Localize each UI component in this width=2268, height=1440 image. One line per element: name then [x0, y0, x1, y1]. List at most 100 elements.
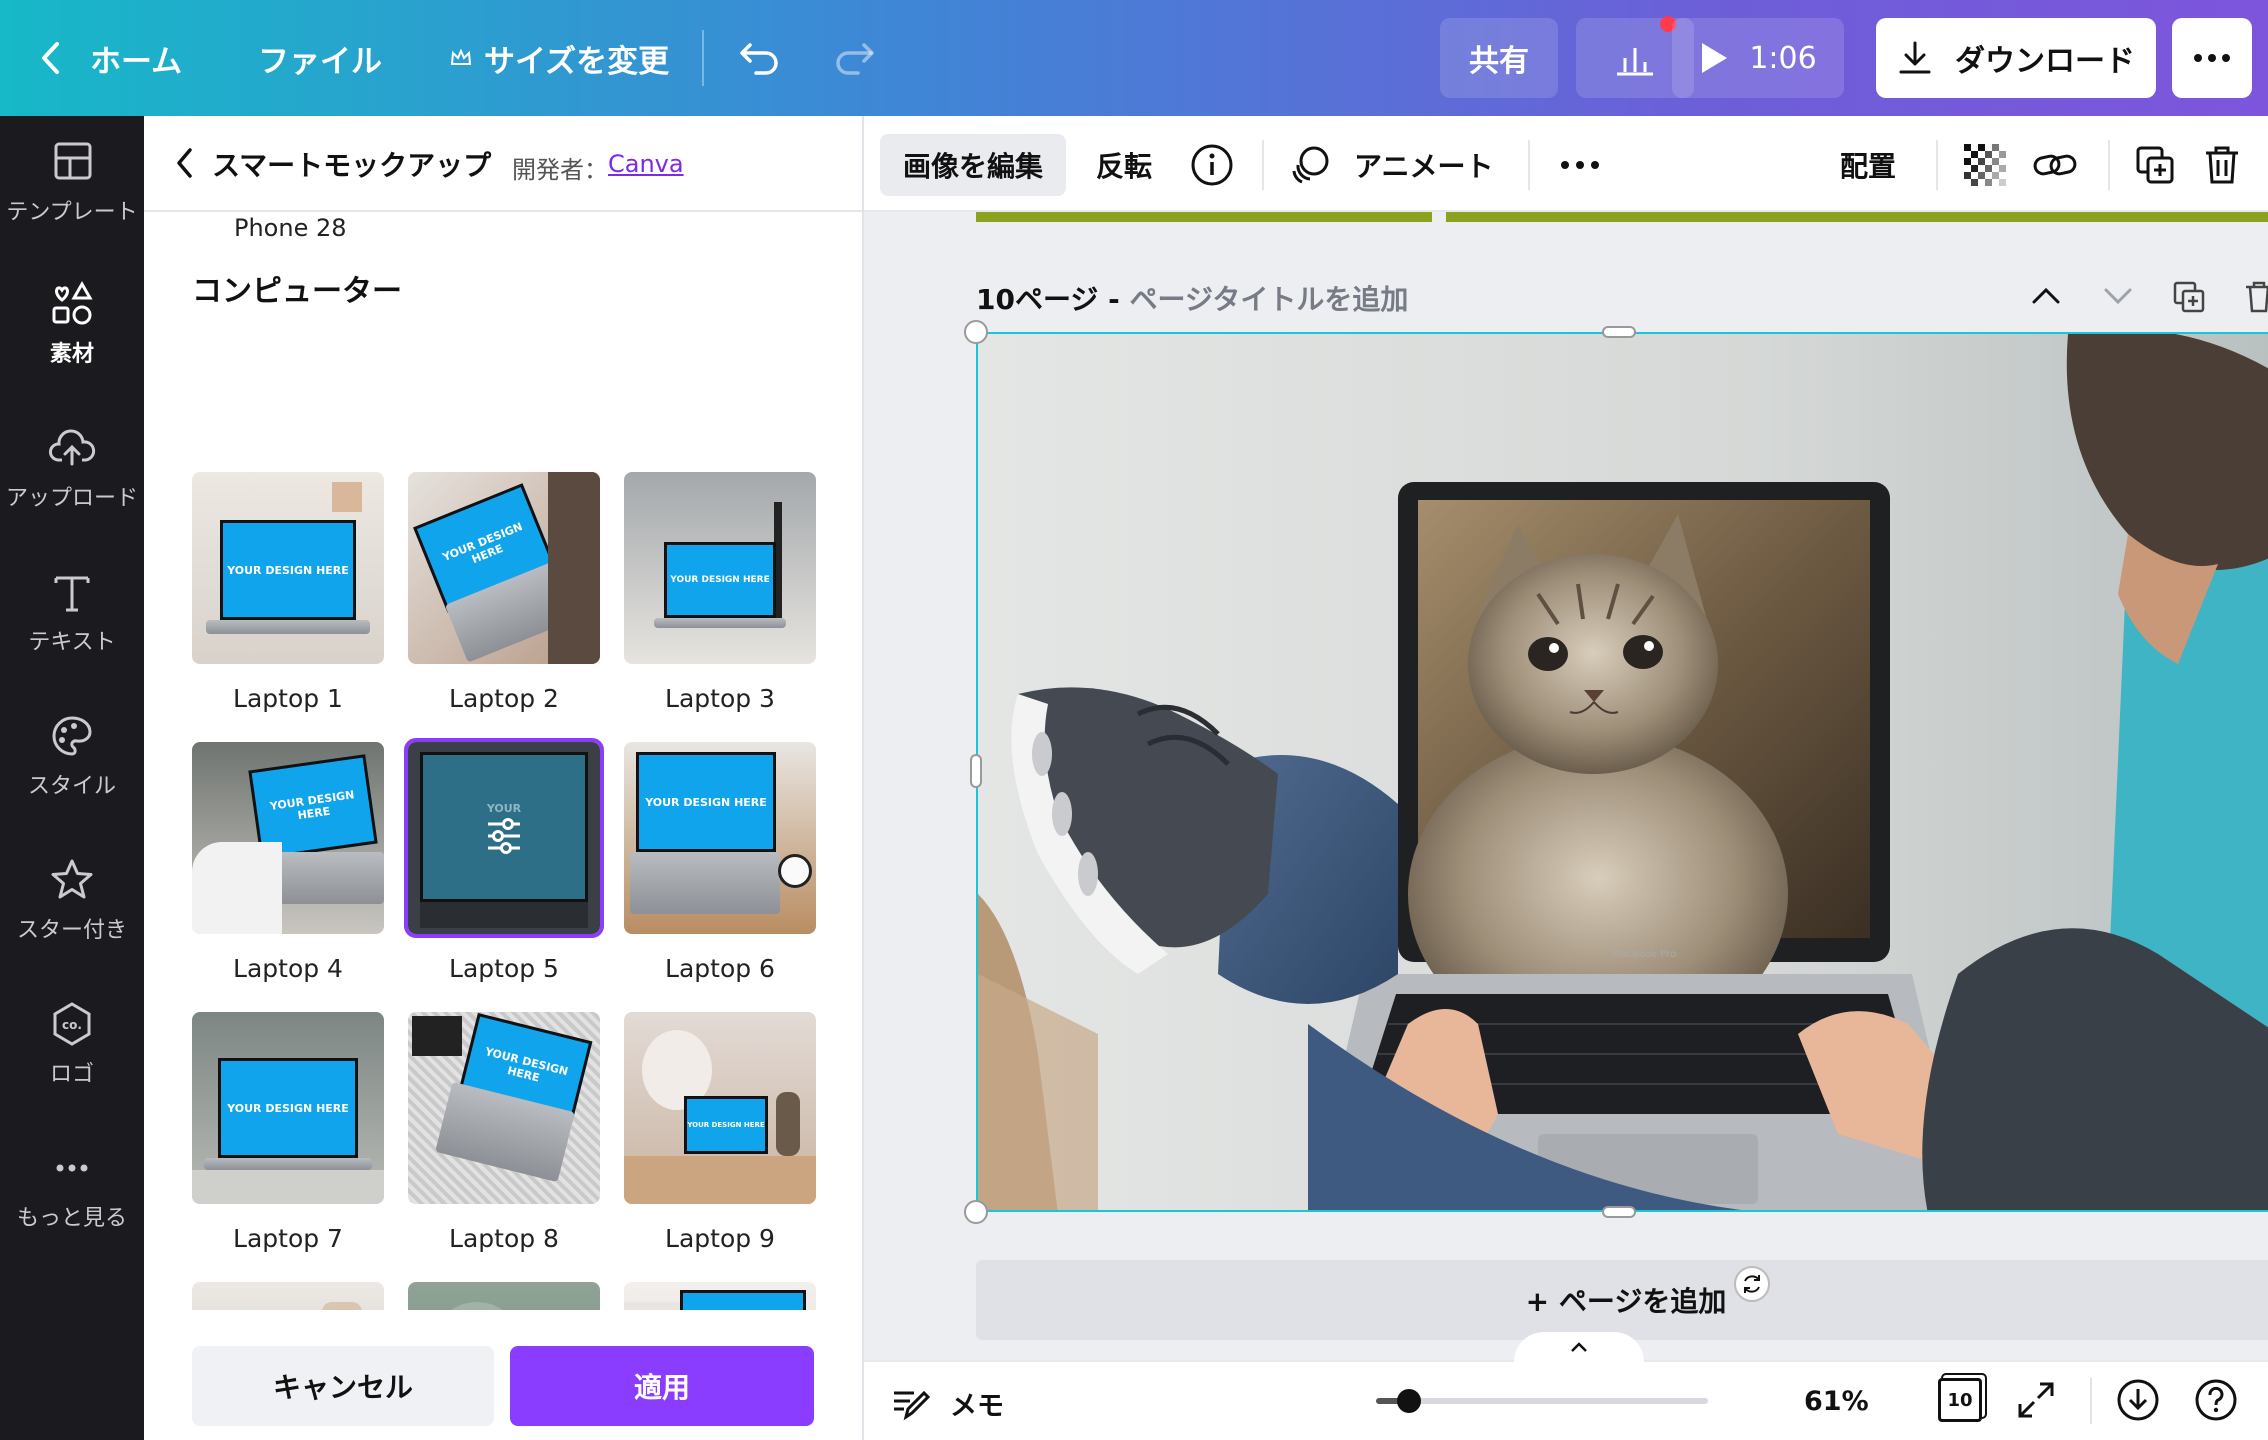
rail-item-templates[interactable]: テンプレート [0, 116, 144, 248]
download-button[interactable]: ダウンロード [1876, 18, 2156, 98]
duplicate-page-icon[interactable] [2172, 280, 2206, 314]
rail-item-more[interactable]: もっと見る [0, 1122, 144, 1254]
zoom-slider[interactable] [1376, 1389, 1708, 1413]
zoom-level[interactable]: 61% [1804, 1386, 1869, 1417]
cancel-button[interactable]: キャンセル [192, 1346, 494, 1426]
redo-button[interactable] [832, 0, 876, 116]
zoom-slider-knob[interactable] [1397, 1389, 1421, 1413]
bottom-bar: メモ 61% 10 [864, 1332, 2268, 1440]
design-page[interactable]: MacBook Pro [976, 332, 2268, 1212]
resize-handle-top-left[interactable] [964, 320, 988, 344]
divider [702, 30, 704, 86]
developer-link[interactable]: Canva [608, 150, 684, 178]
rail-item-starred[interactable]: スター付き [0, 834, 144, 966]
share-button[interactable]: 共有 [1440, 18, 1558, 98]
edit-image-button[interactable]: 画像を編集 [880, 134, 1066, 196]
cancel-label: キャンセル [272, 1371, 413, 1404]
page-title-placeholder[interactable]: ページタイトルを追加 [1130, 283, 1409, 316]
rail-item-elements[interactable]: 素材 [0, 258, 144, 390]
divider [2090, 1378, 2092, 1424]
adjust-sliders-icon[interactable] [482, 814, 526, 858]
notes-icon [892, 1387, 930, 1421]
edit-image-label: 画像を編集 [902, 150, 1043, 183]
rail-label: 素材 [49, 342, 94, 367]
mockup-thumb-laptop-1[interactable]: YOUR DESIGN HERE [192, 472, 384, 664]
home-label: ホーム [90, 43, 183, 80]
flip-button[interactable]: 反転 [1096, 134, 1152, 196]
delete-button[interactable] [2202, 134, 2242, 196]
page-up-icon[interactable] [2030, 286, 2062, 306]
trash-icon [2202, 144, 2242, 186]
canvas-area[interactable]: 10ページ - ページタイトルを追加 MacBook Pro + ページを追加 [864, 212, 2268, 1360]
rail-item-uploads[interactable]: アップロード [0, 402, 144, 534]
arrange-button[interactable]: 配置 [1840, 134, 1896, 196]
expand-pages-tab[interactable] [1514, 1332, 1644, 1362]
resize-button[interactable]: サイズを変更 [450, 0, 669, 116]
mockup-thumb-laptop-5-selected[interactable]: YOUR [404, 738, 604, 938]
delete-page-icon[interactable] [2244, 280, 2268, 314]
mockup-thumb-laptop-9[interactable]: YOUR DESIGN HERE [624, 1012, 816, 1204]
rail-item-logos[interactable]: co. ロゴ [0, 978, 144, 1110]
rotate-icon[interactable] [1734, 1266, 1770, 1302]
page-count: 10 [1947, 1389, 1973, 1411]
save-download-icon[interactable] [2116, 1378, 2160, 1422]
download-icon [1897, 40, 1933, 76]
mockup-label: Laptop 5 [449, 954, 559, 983]
animate-button[interactable]: アニメート [1288, 134, 1493, 196]
help-icon[interactable] [2194, 1378, 2238, 1422]
share-label: 共有 [1469, 44, 1529, 79]
notes-button[interactable]: メモ [892, 1384, 1004, 1423]
section-title: コンピューター [192, 274, 402, 309]
mockup-thumb-laptop-3[interactable]: YOUR DESIGN HERE [624, 472, 816, 664]
page-down-icon[interactable] [2102, 286, 2134, 306]
mockup-label: Laptop 9 [665, 1224, 775, 1253]
resize-handle-bottom[interactable] [1602, 1206, 1636, 1218]
previous-page-edge [976, 212, 1432, 222]
phone-mockup-label: Phone 28 [234, 214, 347, 242]
crown-icon [450, 49, 472, 67]
upload-icon [48, 424, 96, 472]
rail-label: スタイル [27, 774, 116, 799]
more-dots-icon [2193, 53, 2231, 63]
back-chevron-icon[interactable] [174, 146, 196, 180]
rail-item-styles[interactable]: スタイル [0, 690, 144, 822]
resize-handle-bottom-left[interactable] [964, 1200, 988, 1224]
info-icon [1190, 143, 1234, 187]
fullscreen-icon[interactable] [2016, 1380, 2056, 1420]
more-tools-button[interactable] [1560, 134, 1600, 196]
rail-item-text[interactable]: テキスト [0, 546, 144, 678]
mockup-thumb-laptop-8[interactable]: YOUR DESIGN HERE [408, 1012, 600, 1204]
apply-button[interactable]: 適用 [510, 1346, 814, 1426]
page-count-button[interactable]: 10 [1938, 1378, 1982, 1422]
file-menu[interactable]: ファイル [258, 0, 382, 116]
resize-handle-top[interactable] [1602, 326, 1636, 338]
mockup-thumb-laptop-4[interactable]: YOUR DESIGN HERE [192, 742, 384, 934]
mockup-label: Laptop 2 [449, 684, 559, 713]
mockup-thumb-laptop-7[interactable]: YOUR DESIGN HERE [192, 1012, 384, 1204]
laptop-mockup-photo[interactable]: MacBook Pro [978, 334, 2268, 1212]
transparency-icon [1964, 144, 2006, 186]
info-button[interactable] [1190, 134, 1234, 196]
link-button[interactable] [2032, 134, 2078, 196]
chevron-left-icon [40, 41, 62, 75]
mockup-thumb-laptop-6[interactable]: YOUR DESIGN HERE [624, 742, 816, 934]
transparency-button[interactable] [1964, 134, 2006, 196]
logo-icon: co. [48, 1000, 96, 1048]
top-bar: ホーム ファイル サイズを変更 共有 1:06 ダウンロード [0, 0, 2268, 116]
add-page-button[interactable]: + ページを追加 [976, 1260, 2268, 1340]
home-button[interactable]: ホーム [40, 0, 182, 116]
mockup-list[interactable]: Phone 28 コンピューター YOUR DESIGN HERE YOUR D… [144, 214, 862, 1410]
more-options-button[interactable] [2172, 18, 2252, 98]
mockup-label: Laptop 3 [665, 684, 775, 713]
duplicate-icon [2134, 144, 2176, 186]
page-label[interactable]: 10ページ - ページタイトルを追加 [976, 278, 1408, 318]
undo-button[interactable] [738, 0, 782, 116]
mockup-screen: YOUR DESIGN HERE [218, 1058, 358, 1158]
resize-handle-left[interactable] [970, 754, 982, 788]
duplicate-button[interactable] [2134, 134, 2176, 196]
present-button[interactable]: 1:06 [1672, 18, 1844, 98]
rail-label: スター付き [16, 918, 127, 943]
panel-title: スマートモックアップ [212, 149, 492, 182]
mockup-thumb-laptop-2[interactable]: YOUR DESIGN HERE [408, 472, 600, 664]
notes-label: メモ [950, 1391, 1004, 1422]
